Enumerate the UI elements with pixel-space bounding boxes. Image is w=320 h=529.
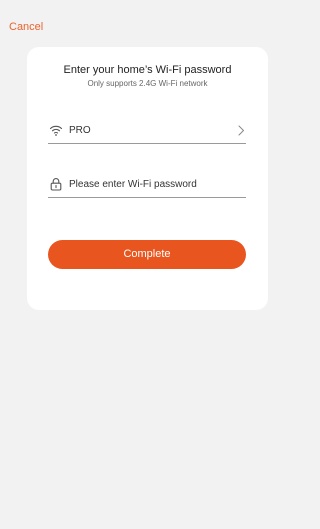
chevron-right-icon — [238, 125, 244, 136]
wifi-password-input[interactable] — [69, 175, 243, 193]
wifi-network-name: PRO — [69, 125, 91, 136]
card-title: Enter your home’s Wi-Fi password — [63, 64, 232, 76]
wifi-network-selector[interactable]: PRO — [48, 119, 246, 144]
cancel-button[interactable]: Cancel — [9, 20, 43, 34]
complete-button[interactable]: Complete — [48, 240, 246, 269]
wifi-password-card: Enter your home’s Wi-Fi password Only su… — [27, 47, 268, 310]
wifi-icon — [49, 125, 63, 136]
card-subtitle: Only supports 2.4G Wi-Fi network — [87, 79, 208, 88]
wifi-password-row — [48, 173, 246, 198]
lock-icon — [50, 178, 62, 191]
